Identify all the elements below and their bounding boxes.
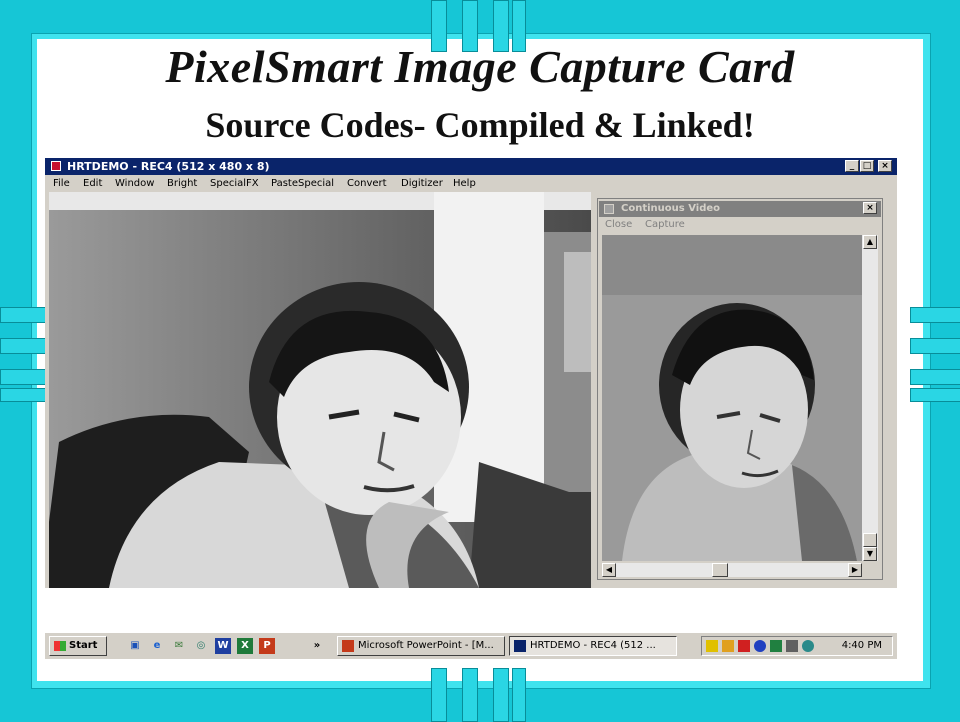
- main-window-title: HRTDEMO - REC4 (512 x 480 x 8): [67, 160, 270, 173]
- tray-icon[interactable]: [802, 640, 814, 652]
- decor-bar: [910, 369, 960, 385]
- vertical-scrollbar[interactable]: ▲ ▼: [862, 235, 878, 561]
- scroll-up-button[interactable]: ▲: [863, 235, 877, 249]
- slide-subtitle: Source Codes- Compiled & Linked!: [205, 105, 755, 145]
- task-powerpoint[interactable]: Microsoft PowerPoint - [M...: [337, 636, 505, 656]
- video-menu-bar: Close Capture: [599, 217, 881, 233]
- menu-specialfx[interactable]: SpecialFX: [210, 175, 259, 192]
- task-hrtdemo-label: HRTDEMO - REC4 (512 ...: [530, 640, 656, 651]
- more-chevron-icon[interactable]: »: [311, 638, 323, 654]
- app-icon: [514, 640, 526, 652]
- menu-help[interactable]: Help: [453, 175, 476, 192]
- main-window: HRTDEMO - REC4 (512 x 480 x 8) _ □ × Fil…: [45, 158, 897, 588]
- menu-close[interactable]: Close: [605, 217, 632, 233]
- video-close-button[interactable]: ×: [863, 202, 877, 214]
- network-icon[interactable]: ◎: [193, 638, 209, 654]
- scroll-thumb-vertical[interactable]: [863, 533, 877, 547]
- continuous-video-window: Continuous Video × Close Capture ▲ ▼ ◀ ▶: [597, 198, 883, 580]
- tray-icon[interactable]: [754, 640, 766, 652]
- tray-icon[interactable]: [738, 640, 750, 652]
- decor-bar: [431, 668, 447, 722]
- scroll-down-button[interactable]: ▼: [863, 547, 877, 561]
- menu-pastespecial[interactable]: PasteSpecial: [271, 175, 334, 192]
- decor-bar: [910, 388, 960, 402]
- horizontal-scrollbar[interactable]: ◀ ▶: [602, 563, 862, 577]
- decor-bar: [910, 307, 960, 323]
- task-hrtdemo[interactable]: HRTDEMO - REC4 (512 ...: [509, 636, 677, 656]
- windows-logo-icon: [54, 641, 66, 651]
- show-desktop-icon[interactable]: ▣: [127, 638, 143, 654]
- scroll-left-button[interactable]: ◀: [602, 563, 616, 577]
- decor-bar: [910, 338, 960, 354]
- menu-capture[interactable]: Capture: [645, 217, 685, 233]
- main-window-titlebar[interactable]: HRTDEMO - REC4 (512 x 480 x 8) _ □ ×: [45, 158, 897, 175]
- video-window-titlebar[interactable]: Continuous Video ×: [599, 201, 881, 217]
- menu-file[interactable]: File: [53, 175, 70, 192]
- taskbar: Start ▣ e ✉ ◎ W X P » Microsoft PowerPoi…: [45, 632, 897, 659]
- menu-bar: File Edit Window Bright SpecialFX PasteS…: [45, 175, 897, 192]
- menu-window[interactable]: Window: [115, 175, 154, 192]
- powerpoint-quicklaunch-icon[interactable]: P: [259, 638, 275, 654]
- resize-grip[interactable]: [864, 563, 878, 577]
- scroll-thumb-horizontal[interactable]: [712, 563, 728, 577]
- decor-bar: [462, 668, 478, 722]
- maximize-button[interactable]: □: [860, 160, 874, 172]
- slide-title: PixelSmart Image Capture Card: [165, 41, 795, 92]
- menu-convert[interactable]: Convert: [347, 175, 387, 192]
- decor-bar: [493, 668, 509, 722]
- excel-icon[interactable]: X: [237, 638, 253, 654]
- powerpoint-icon: [342, 640, 354, 652]
- scroll-right-button[interactable]: ▶: [848, 563, 862, 577]
- tray-icon[interactable]: [706, 640, 718, 652]
- clock[interactable]: 4:40 PM: [842, 637, 882, 655]
- task-powerpoint-label: Microsoft PowerPoint - [M...: [358, 640, 494, 651]
- minimize-button[interactable]: _: [845, 160, 859, 172]
- decor-bar: [512, 668, 526, 722]
- captured-image: [49, 192, 591, 588]
- video-photo: [602, 235, 862, 561]
- start-button[interactable]: Start: [49, 636, 107, 656]
- app-icon: [604, 204, 614, 214]
- tray-icon[interactable]: [722, 640, 734, 652]
- video-window-title: Continuous Video: [621, 203, 720, 214]
- internet-explorer-icon[interactable]: e: [149, 638, 165, 654]
- tray-icon[interactable]: [770, 640, 782, 652]
- live-video-feed: [602, 235, 862, 561]
- outlook-icon[interactable]: ✉: [171, 638, 187, 654]
- word-icon[interactable]: W: [215, 638, 231, 654]
- tray-icon[interactable]: [786, 640, 798, 652]
- system-tray: 4:40 PM: [701, 636, 893, 656]
- menu-edit[interactable]: Edit: [83, 175, 102, 192]
- menu-bright[interactable]: Bright: [167, 175, 197, 192]
- app-icon: [51, 161, 61, 171]
- start-label: Start: [69, 640, 98, 651]
- menu-digitizer[interactable]: Digitizer: [401, 175, 443, 192]
- close-button[interactable]: ×: [878, 160, 892, 172]
- captured-photo: [49, 192, 591, 588]
